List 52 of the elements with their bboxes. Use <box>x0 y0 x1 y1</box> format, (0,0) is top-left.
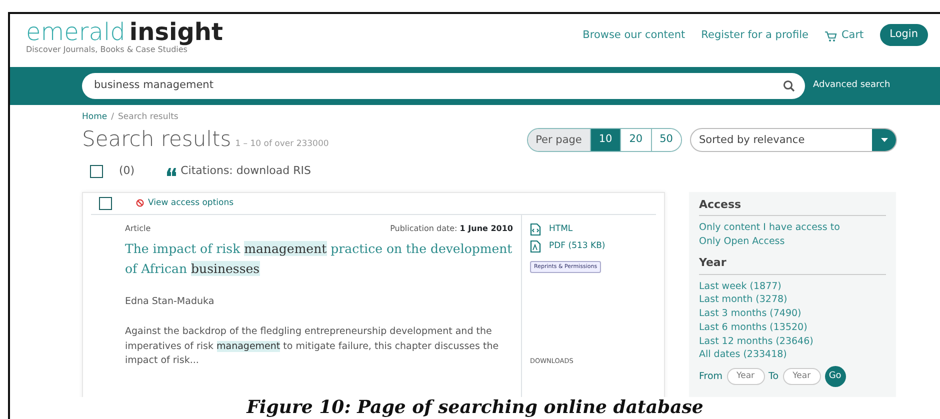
filter-heading: Access <box>699 198 886 216</box>
publication-date: Publication date: 1 June 2010 <box>390 222 513 235</box>
header-link[interactable]: Browse our content <box>582 28 686 44</box>
to-label: To <box>768 370 779 384</box>
search-field[interactable]: business management <box>82 73 805 99</box>
citations-link[interactable]: Citations: download RIS <box>180 163 311 180</box>
filter-link[interactable]: Only content I have access to <box>699 220 886 235</box>
per-page-option[interactable]: 10 <box>590 128 620 150</box>
filter-link[interactable]: Last 3 months (7490) <box>699 307 886 321</box>
quote-icon <box>166 168 177 176</box>
filter-link[interactable]: Last week (1877) <box>699 280 886 294</box>
checkbox[interactable] <box>99 196 112 210</box>
filter-heading: Year <box>699 256 886 275</box>
login-button[interactable]: Login <box>880 24 928 46</box>
breadcrumb-separator: / <box>111 111 114 124</box>
year-input[interactable]: Year <box>726 368 765 386</box>
filter-link[interactable]: Last month (3278) <box>699 293 886 308</box>
breadcrumb-item[interactable]: Home <box>82 111 108 124</box>
author-name: Edna Stan-Maduka <box>125 294 216 309</box>
advanced-search-link[interactable]: Advanced search <box>813 79 890 93</box>
filter-link[interactable]: Last 6 months (13520) <box>699 320 886 335</box>
filter-link[interactable]: Last 12 months (23646) <box>699 334 886 348</box>
cart-link[interactable]: Cart <box>841 28 864 44</box>
caret-icon <box>880 138 888 142</box>
from-label: From <box>699 370 723 384</box>
html-file-icon <box>530 222 541 236</box>
results-heading: Search results <box>82 126 232 153</box>
tagline: Discover Journals, Books & Case Studies <box>26 45 188 56</box>
year-input[interactable]: Year <box>782 368 821 386</box>
logo-text[interactable]: insight <box>129 20 223 44</box>
format-link[interactable]: HTML <box>549 222 573 236</box>
header-link[interactable]: Register for a profile <box>701 28 808 44</box>
logo-text[interactable]: emerald <box>26 20 126 44</box>
format-link[interactable]: PDF (513 KB) <box>549 240 606 253</box>
search-icon <box>783 80 795 92</box>
breadcrumb-item: Search results <box>118 111 178 124</box>
go-button[interactable]: Go <box>824 366 846 388</box>
results-range: 1 – 10 of over 233000 <box>235 138 329 150</box>
article-title[interactable]: The impact of risk management practice on the development of African businesses <box>125 238 513 279</box>
per-page-option[interactable]: 50 <box>650 128 681 150</box>
sort-dropdown[interactable]: Sorted by relevance <box>690 128 897 152</box>
filter-link[interactable]: All dates (233418) <box>699 348 886 362</box>
cart-icon <box>824 30 838 42</box>
pdf-icon <box>530 240 541 253</box>
article-abstract: Against the backdrop of the fledgling entrepreneurship development and the imperatives of risk management to mitigate failure, this chapter discusses the impact of risk... <box>125 325 500 368</box>
per-page-label: Per page <box>528 128 590 150</box>
checkbox[interactable] <box>90 165 103 178</box>
article-type: Article <box>125 222 151 235</box>
access-link[interactable]: View access options <box>148 196 234 210</box>
filter-link[interactable]: Only Open Access <box>699 234 886 248</box>
blocked-icon <box>136 199 144 208</box>
selection-count: (0) <box>119 163 135 180</box>
